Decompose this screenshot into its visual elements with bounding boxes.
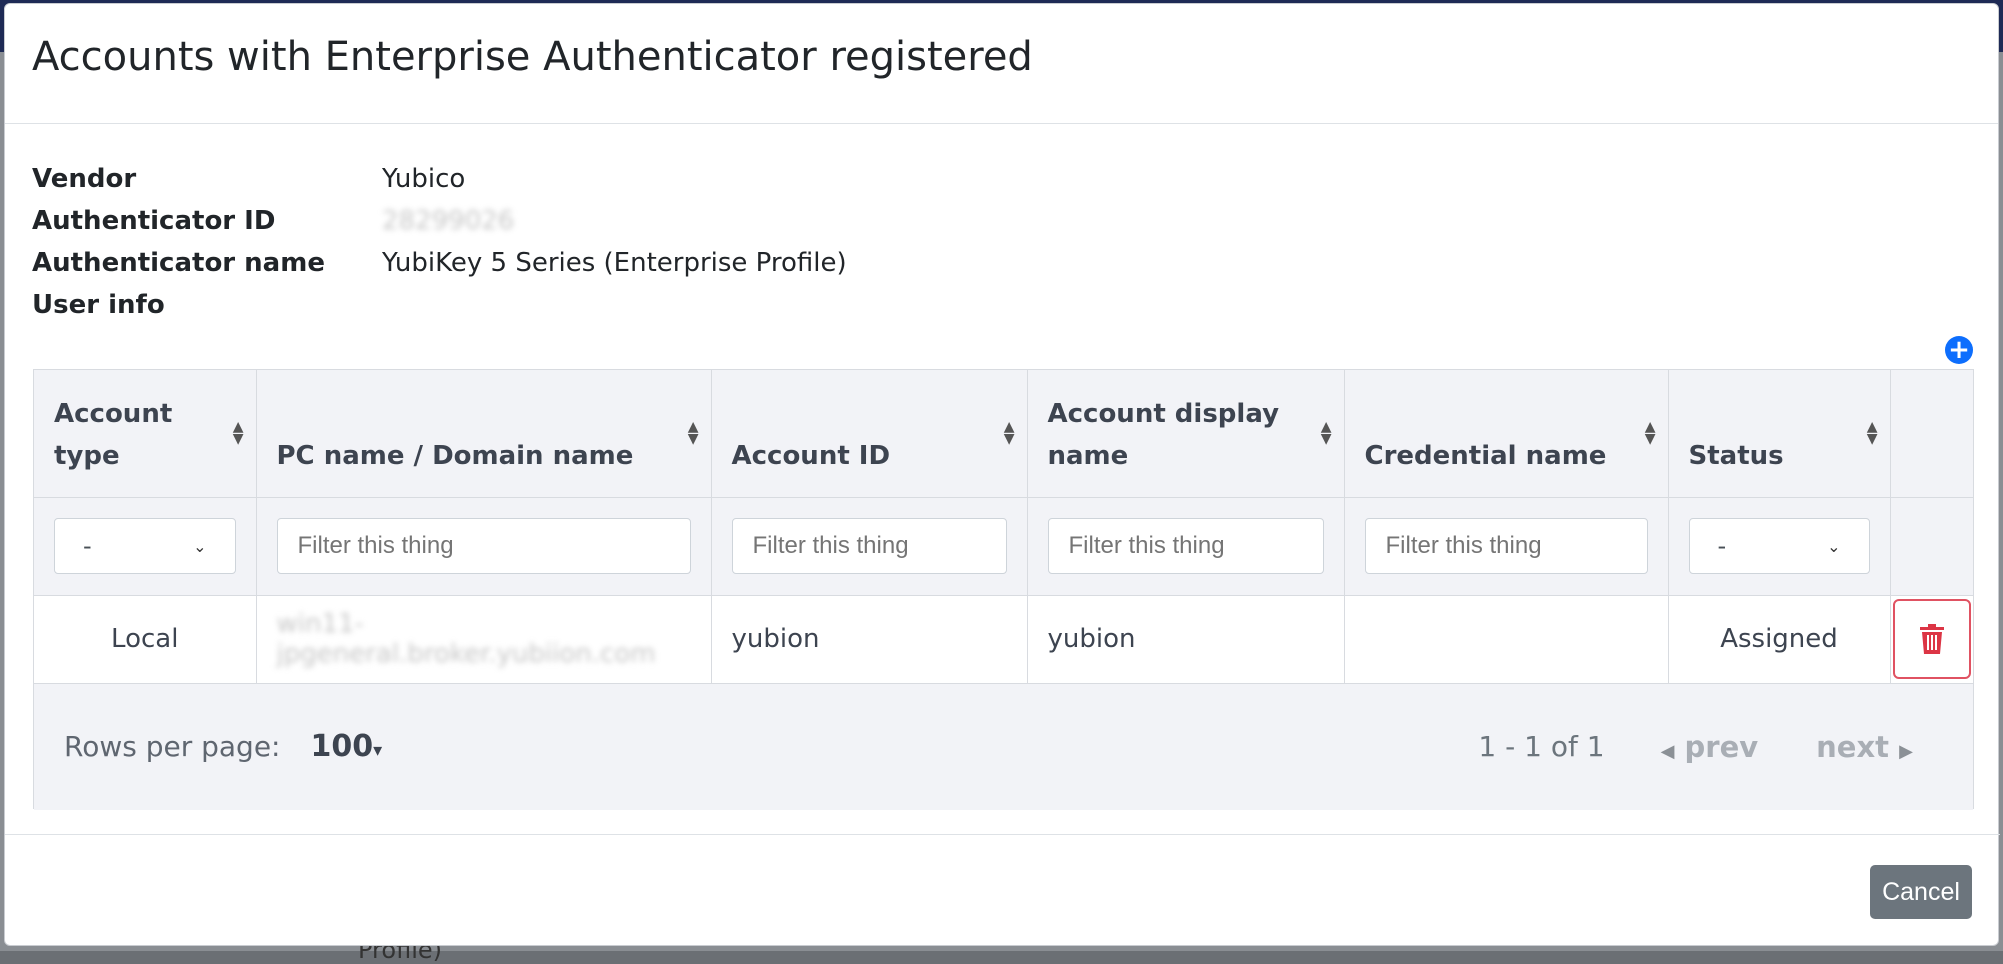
select-value: - [83, 532, 92, 560]
cell-actions [1890, 595, 1973, 683]
info-label: Vendor [32, 164, 137, 194]
trash-icon [1919, 624, 1944, 654]
next-page-button[interactable]: next ▶ [1816, 730, 1913, 764]
cell-account-id: yubion [711, 595, 1028, 683]
column-label: Account display name [1047, 398, 1280, 471]
info-label: Authenticator name [32, 248, 325, 278]
caret-right-icon: ▶ [1899, 740, 1913, 762]
filter-cell [1344, 497, 1669, 595]
filter-cell: - ⌄ [1668, 497, 1891, 595]
pagination-controls: 1 - 1 of 1 ◀ prev next ▶ [1478, 684, 1913, 810]
page-range: 1 - 1 of 1 [1478, 730, 1605, 763]
sort-icon[interactable]: ▲ ▼ [1004, 420, 1015, 446]
column-label: Credential name [1364, 440, 1607, 471]
column-header-display-name[interactable]: Account display name ▲ ▼ [1027, 370, 1345, 497]
column-header-status[interactable]: Status ▲ ▼ [1668, 370, 1891, 497]
filter-row: - ⌄ Filter this thing Filter this thing … [34, 497, 1973, 595]
pc-name-filter-input[interactable] [276, 518, 691, 574]
info-row-authenticator-name: Authenticator name YubiKey 5 Series (Ent… [32, 242, 847, 284]
rows-per-page-value: 100 [310, 729, 374, 764]
account-id-filter-input[interactable] [731, 518, 1007, 574]
next-label: next [1816, 729, 1890, 764]
filter-cell-empty [1890, 497, 1973, 595]
add-account-button[interactable]: + [1945, 336, 1973, 364]
info-value-blurred: 28299026 [382, 206, 515, 236]
info-label: User info [32, 290, 165, 320]
info-row-user-info: User info [32, 284, 847, 326]
cell-credential-name [1344, 595, 1669, 683]
sort-icon[interactable]: ▲ ▼ [688, 420, 699, 446]
table-row: Local win11-jpgeneral.broker.yubiion.com… [34, 595, 1973, 683]
column-header-account-type[interactable]: Account type ▲ ▼ [34, 370, 257, 497]
info-row-authenticator-id: Authenticator ID 28299026 [32, 200, 847, 242]
info-row-vendor: Vendor Yubico [32, 158, 847, 200]
accounts-modal: Accounts with Enterprise Authenticator r… [4, 3, 2000, 947]
info-value: Yubico [382, 164, 466, 194]
caret-down-icon: ▾ [373, 740, 383, 761]
filter-cell: - ⌄ [34, 497, 257, 595]
caret-left-icon: ◀ [1660, 740, 1675, 762]
rows-per-page-dropdown[interactable]: 100▾ [311, 729, 383, 764]
prev-page-button[interactable]: ◀ prev [1661, 730, 1759, 764]
pc-name-blurred: win11-jpgeneral.broker.yubiion.com [276, 609, 656, 669]
filter-cell [1027, 497, 1345, 595]
sort-icon[interactable]: ▲ ▼ [1867, 420, 1878, 446]
column-header-actions [1890, 370, 1973, 497]
column-header-credential-name[interactable]: Credential name ▲ ▼ [1344, 370, 1669, 497]
sort-icon[interactable]: ▲ ▼ [1321, 420, 1332, 446]
accounts-table: Account type ▲ ▼ PC name / Domain name ▲ ▼… [33, 369, 1974, 810]
cell-display-name: yubion [1027, 595, 1345, 683]
info-label: Authenticator ID [32, 206, 276, 236]
cell-pc-name: win11-jpgeneral.broker.yubiion.com [256, 595, 712, 683]
filter-cell [256, 497, 712, 595]
plus-circle-icon: + [1948, 335, 1970, 365]
authenticator-info: Vendor Yubico Authenticator ID 28299026 … [32, 158, 847, 326]
column-label: Status [1688, 440, 1784, 471]
chevron-down-icon: ⌄ [1827, 536, 1841, 556]
cell-account-type: Local [34, 595, 257, 683]
modal-footer: Cancel [5, 834, 2000, 947]
modal-title: Accounts with Enterprise Authenticator r… [32, 34, 1033, 80]
filter-cell [711, 497, 1028, 595]
display-name-filter-input[interactable] [1047, 518, 1324, 574]
select-value: - [1717, 532, 1727, 560]
delete-button[interactable] [1892, 599, 1971, 679]
column-label: PC name / Domain name [276, 440, 634, 471]
sort-icon[interactable]: ▲ ▼ [1645, 420, 1656, 446]
modal-header: Accounts with Enterprise Authenticator r… [5, 4, 1998, 124]
pagination-bar: Rows per page: 100▾ 1 - 1 of 1 ◀ prev ne… [34, 683, 1973, 810]
column-label: Account type [54, 398, 173, 471]
sort-icon[interactable]: ▲ ▼ [233, 420, 244, 446]
column-header-pc-name[interactable]: PC name / Domain name ▲ ▼ [256, 370, 712, 497]
rows-per-page-label: Rows per page: [64, 730, 281, 763]
info-value: YubiKey 5 Series (Enterprise Profile) [382, 248, 847, 278]
column-label: Account ID [731, 440, 891, 471]
cell-status: Assigned [1668, 595, 1891, 683]
cancel-button[interactable]: Cancel [1870, 865, 1972, 919]
column-header-account-id[interactable]: Account ID ▲ ▼ [711, 370, 1028, 497]
chevron-down-icon: ⌄ [193, 536, 207, 556]
status-filter-select[interactable]: - ⌄ [1688, 518, 1870, 574]
table-header-row: Account type ▲ ▼ PC name / Domain name ▲ ▼… [34, 370, 1973, 497]
account-type-filter-select[interactable]: - ⌄ [54, 518, 236, 574]
credential-name-filter-input[interactable] [1364, 518, 1648, 574]
prev-label: prev [1684, 729, 1759, 764]
